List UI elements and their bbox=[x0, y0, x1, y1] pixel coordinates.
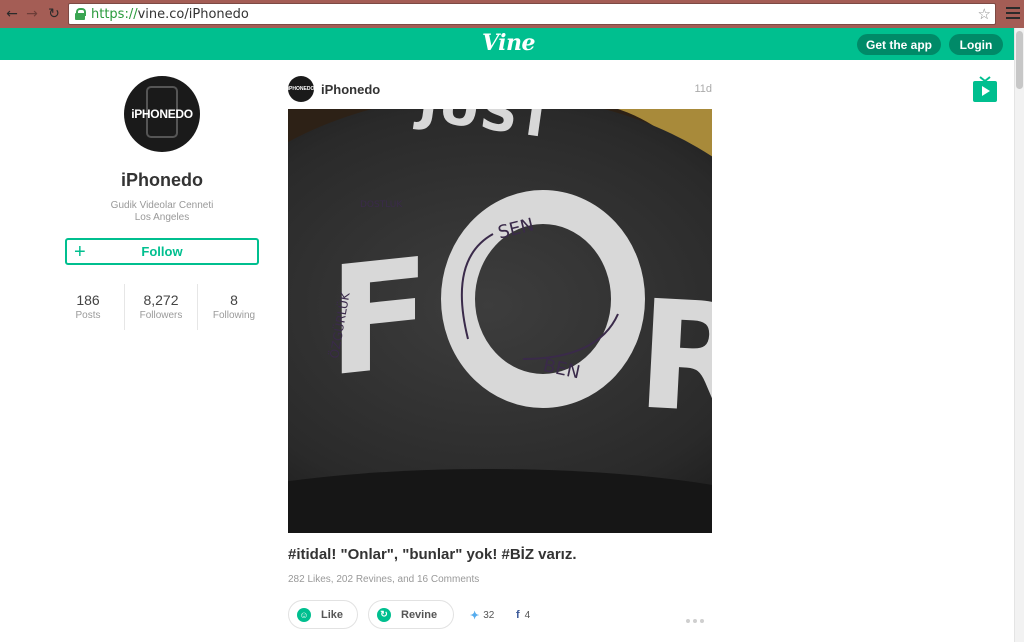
follow-label: Follow bbox=[141, 244, 183, 259]
stat-followers-label: Followers bbox=[139, 310, 183, 321]
url-scheme: https:// bbox=[91, 6, 138, 22]
url-path: vine.co/iPhonedo bbox=[137, 6, 249, 22]
post-video[interactable]: JUST F R O SEN BEN ÖZGÜRLÜK DOSTLUK bbox=[288, 109, 712, 533]
revine-label: Revine bbox=[401, 608, 438, 621]
twitter-share[interactable]: ✦ 32 bbox=[470, 609, 494, 622]
stat-posts-label: Posts bbox=[75, 310, 101, 321]
browser-menu-icon[interactable] bbox=[1006, 7, 1020, 19]
video-word-small: DOSTLUK bbox=[360, 200, 403, 210]
facebook-icon: f bbox=[516, 609, 520, 621]
like-label: Like bbox=[321, 608, 344, 621]
twitter-bird-icon: ✦ bbox=[470, 610, 480, 622]
revine-button[interactable]: ↻ Revine bbox=[368, 600, 454, 629]
video-frame: JUST F R O SEN BEN ÖZGÜRLÜK DOSTLUK bbox=[288, 109, 712, 533]
stat-following-value: 8 bbox=[230, 292, 238, 308]
profile-location: Los Angeles bbox=[134, 212, 190, 223]
browser-toolbar: ← → ↻ https:// vine.co/iPhonedo ☆ bbox=[0, 0, 1024, 28]
scrollbar-thumb[interactable] bbox=[1016, 31, 1023, 89]
site-header: Vine Get the app Login bbox=[0, 28, 1024, 60]
smiley-icon: ☺ bbox=[297, 607, 311, 622]
page-scrollbar[interactable] bbox=[1014, 28, 1024, 642]
profile-bio: Gudik Videolar Cenneti bbox=[110, 200, 214, 211]
lock-icon bbox=[75, 8, 86, 20]
back-arrow-icon[interactable]: ← bbox=[2, 4, 22, 24]
forward-arrow-icon[interactable]: → bbox=[22, 4, 42, 24]
post-timestamp[interactable]: 11d bbox=[690, 83, 712, 95]
facebook-share[interactable]: f 4 bbox=[516, 609, 530, 621]
twitter-count: 32 bbox=[483, 610, 495, 621]
address-bar[interactable]: https:// vine.co/iPhonedo ☆ bbox=[68, 3, 996, 25]
tv-icon[interactable] bbox=[973, 76, 997, 102]
reload-icon[interactable]: ↻ bbox=[44, 4, 64, 24]
post-caption: #itidal! "Onlar", "bunlar" yok! #BİZ var… bbox=[288, 546, 577, 563]
vine-logo[interactable]: Vine bbox=[482, 30, 536, 56]
post-author-avatar[interactable]: iPHONEDO bbox=[288, 76, 314, 102]
stat-followers-value: 8,272 bbox=[143, 292, 179, 308]
avatar-logo-text: iPHONEDO bbox=[131, 107, 193, 121]
stat-posts-value: 186 bbox=[76, 292, 100, 308]
post-author-name[interactable]: iPhonedo bbox=[321, 82, 380, 97]
more-options-icon[interactable] bbox=[686, 619, 704, 623]
profile-description: Gudik Videolar Cenneti Los Angeles bbox=[62, 200, 262, 224]
profile-name: iPhonedo bbox=[121, 170, 203, 190]
login-button[interactable]: Login bbox=[949, 34, 1003, 55]
stat-posts[interactable]: 186 Posts bbox=[52, 284, 124, 330]
stat-followers[interactable]: 8,272 Followers bbox=[124, 284, 197, 330]
get-app-button[interactable]: Get the app bbox=[857, 34, 941, 55]
facebook-count: 4 bbox=[524, 609, 531, 621]
profile-stats: 186 Posts 8,272 Followers 8 Following bbox=[52, 284, 270, 330]
bookmark-star-icon[interactable]: ☆ bbox=[978, 4, 991, 24]
like-button[interactable]: ☺ Like bbox=[288, 600, 358, 629]
follow-button[interactable]: + Follow bbox=[65, 238, 259, 265]
revine-icon: ↻ bbox=[377, 607, 391, 622]
profile-avatar: iPHONEDO bbox=[124, 76, 200, 152]
post-engagement-summary[interactable]: 282 Likes, 202 Revines, and 16 Comments bbox=[288, 574, 479, 585]
stat-following[interactable]: 8 Following bbox=[197, 284, 270, 330]
stat-following-label: Following bbox=[212, 310, 256, 321]
cap-edge bbox=[288, 469, 712, 533]
plus-icon: + bbox=[74, 241, 86, 263]
